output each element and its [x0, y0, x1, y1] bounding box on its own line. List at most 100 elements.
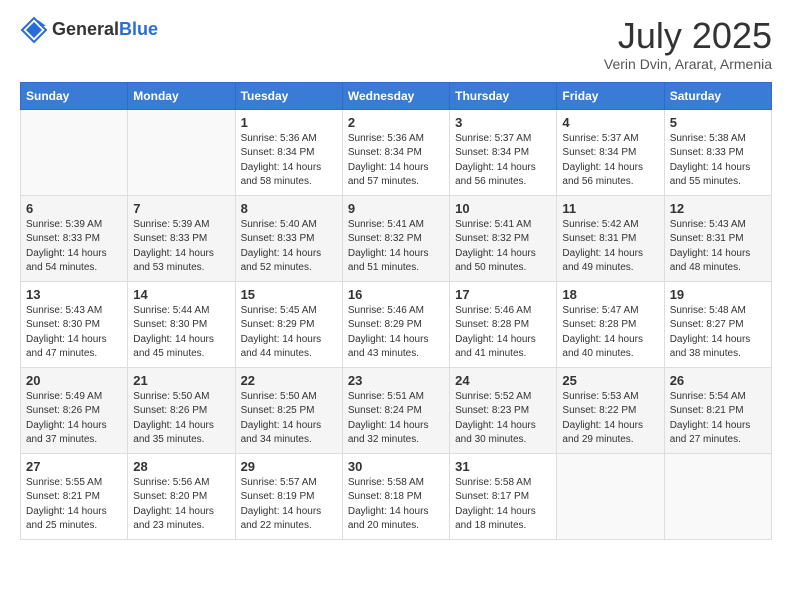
page-header: GeneralBlue July 2025 Verin Dvin, Ararat… [20, 16, 772, 72]
day-number: 17 [455, 287, 551, 302]
day-number: 20 [26, 373, 122, 388]
day-info: Sunrise: 5:52 AM Sunset: 8:23 PM Dayligh… [455, 390, 551, 448]
day-number: 3 [455, 115, 551, 130]
day-info: Sunrise: 5:48 AM Sunset: 8:27 PM Dayligh… [670, 304, 766, 362]
day-number: 25 [562, 373, 658, 388]
calendar-cell: 5 Sunrise: 5:38 AM Sunset: 8:33 PM Daylig… [664, 109, 771, 195]
calendar-cell: 10 Sunrise: 5:41 AM Sunset: 8:32 PM Dayli… [450, 195, 557, 281]
calendar-cell: 26Sunrise: 5:54 AM Sunset: 8:21 PM Dayli… [664, 367, 771, 453]
calendar-cell: 23 Sunrise: 5:51 AM Sunset: 8:24 PM Dayli… [342, 367, 449, 453]
day-number: 28 [133, 459, 229, 474]
calendar-cell: 24 Sunrise: 5:52 AM Sunset: 8:23 PM Dayli… [450, 367, 557, 453]
day-info: Sunrise: 5:40 AM Sunset: 8:33 PM Dayligh… [241, 218, 337, 276]
day-info: Sunrise: 5:42 AM Sunset: 8:31 PM Dayligh… [562, 218, 658, 276]
day-info: Sunrise: 5:36 AM Sunset: 8:34 PM Dayligh… [241, 132, 337, 190]
day-number: 31 [455, 459, 551, 474]
day-info: Sunrise: 5:44 AM Sunset: 8:30 PM Dayligh… [133, 304, 229, 362]
day-number: 18 [562, 287, 658, 302]
day-headers-row: SundayMondayTuesdayWednesdayThursdayFrid… [21, 82, 772, 109]
calendar-cell: 16 Sunrise: 5:46 AM Sunset: 8:29 PM Dayli… [342, 281, 449, 367]
day-number: 12 [670, 201, 766, 216]
column-header-wednesday: Wednesday [342, 82, 449, 109]
day-info: Sunrise: 5:43 AM Sunset: 8:31 PM Dayligh… [670, 218, 766, 276]
day-number: 6 [26, 201, 122, 216]
day-number: 27 [26, 459, 122, 474]
day-number: 1 [241, 115, 337, 130]
day-info: Sunrise: 5:58 AM Sunset: 8:17 PM Dayligh… [455, 476, 551, 534]
calendar-cell: 18 Sunrise: 5:47 AM Sunset: 8:28 PM Dayli… [557, 281, 664, 367]
calendar-cell: 15 Sunrise: 5:45 AM Sunset: 8:29 PM Dayli… [235, 281, 342, 367]
day-number: 29 [241, 459, 337, 474]
calendar-cell: 13 Sunrise: 5:43 AM Sunset: 8:30 PM Dayli… [21, 281, 128, 367]
logo-icon [20, 16, 48, 44]
calendar-cell: 17Sunrise: 5:46 AM Sunset: 8:28 PM Dayli… [450, 281, 557, 367]
day-number: 14 [133, 287, 229, 302]
logo-general-text: GeneralBlue [52, 20, 158, 40]
day-number: 15 [241, 287, 337, 302]
calendar-week-3: 13 Sunrise: 5:43 AM Sunset: 8:30 PM Dayli… [21, 281, 772, 367]
calendar-cell: 8Sunrise: 5:40 AM Sunset: 8:33 PM Daylig… [235, 195, 342, 281]
day-info: Sunrise: 5:50 AM Sunset: 8:25 PM Dayligh… [241, 390, 337, 448]
calendar-body: 1 Sunrise: 5:36 AM Sunset: 8:34 PM Daylig… [21, 109, 772, 539]
calendar-cell: 7 Sunrise: 5:39 AM Sunset: 8:33 PM Daylig… [128, 195, 235, 281]
calendar-header: SundayMondayTuesdayWednesdayThursdayFrid… [21, 82, 772, 109]
day-number: 23 [348, 373, 444, 388]
calendar-week-5: 27 Sunrise: 5:55 AM Sunset: 8:21 PM Dayli… [21, 453, 772, 539]
calendar-week-2: 6 Sunrise: 5:39 AM Sunset: 8:33 PM Daylig… [21, 195, 772, 281]
day-number: 21 [133, 373, 229, 388]
day-info: Sunrise: 5:49 AM Sunset: 8:26 PM Dayligh… [26, 390, 122, 448]
day-info: Sunrise: 5:41 AM Sunset: 8:32 PM Dayligh… [455, 218, 551, 276]
day-number: 2 [348, 115, 444, 130]
calendar-cell: 12 Sunrise: 5:43 AM Sunset: 8:31 PM Dayli… [664, 195, 771, 281]
calendar-cell: 3 Sunrise: 5:37 AM Sunset: 8:34 PM Daylig… [450, 109, 557, 195]
calendar-cell: 6 Sunrise: 5:39 AM Sunset: 8:33 PM Daylig… [21, 195, 128, 281]
day-number: 4 [562, 115, 658, 130]
day-info: Sunrise: 5:37 AM Sunset: 8:34 PM Dayligh… [455, 132, 551, 190]
day-info: Sunrise: 5:47 AM Sunset: 8:28 PM Dayligh… [562, 304, 658, 362]
calendar-cell: 21 Sunrise: 5:50 AM Sunset: 8:26 PM Dayli… [128, 367, 235, 453]
day-number: 16 [348, 287, 444, 302]
day-info: Sunrise: 5:45 AM Sunset: 8:29 PM Dayligh… [241, 304, 337, 362]
day-number: 5 [670, 115, 766, 130]
day-info: Sunrise: 5:36 AM Sunset: 8:34 PM Dayligh… [348, 132, 444, 190]
logo: GeneralBlue [20, 16, 158, 44]
column-header-tuesday: Tuesday [235, 82, 342, 109]
calendar-cell: 22 Sunrise: 5:50 AM Sunset: 8:25 PM Dayli… [235, 367, 342, 453]
day-number: 7 [133, 201, 229, 216]
day-info: Sunrise: 5:50 AM Sunset: 8:26 PM Dayligh… [133, 390, 229, 448]
calendar-cell [664, 453, 771, 539]
page-title: July 2025 [604, 16, 772, 56]
calendar-cell: 11 Sunrise: 5:42 AM Sunset: 8:31 PM Dayli… [557, 195, 664, 281]
day-info: Sunrise: 5:46 AM Sunset: 8:29 PM Dayligh… [348, 304, 444, 362]
column-header-thursday: Thursday [450, 82, 557, 109]
day-info: Sunrise: 5:43 AM Sunset: 8:30 PM Dayligh… [26, 304, 122, 362]
page-subtitle: Verin Dvin, Ararat, Armenia [604, 56, 772, 72]
calendar-cell [557, 453, 664, 539]
day-info: Sunrise: 5:39 AM Sunset: 8:33 PM Dayligh… [26, 218, 122, 276]
column-header-monday: Monday [128, 82, 235, 109]
calendar-cell: 4Sunrise: 5:37 AM Sunset: 8:34 PM Daylig… [557, 109, 664, 195]
calendar-cell [21, 109, 128, 195]
day-number: 10 [455, 201, 551, 216]
day-number: 11 [562, 201, 658, 216]
day-number: 30 [348, 459, 444, 474]
day-info: Sunrise: 5:39 AM Sunset: 8:33 PM Dayligh… [133, 218, 229, 276]
day-number: 13 [26, 287, 122, 302]
calendar-cell [128, 109, 235, 195]
calendar-cell: 20 Sunrise: 5:49 AM Sunset: 8:26 PM Dayli… [21, 367, 128, 453]
calendar-table: SundayMondayTuesdayWednesdayThursdayFrid… [20, 82, 772, 540]
day-number: 9 [348, 201, 444, 216]
day-info: Sunrise: 5:51 AM Sunset: 8:24 PM Dayligh… [348, 390, 444, 448]
day-number: 19 [670, 287, 766, 302]
day-info: Sunrise: 5:41 AM Sunset: 8:32 PM Dayligh… [348, 218, 444, 276]
day-info: Sunrise: 5:55 AM Sunset: 8:21 PM Dayligh… [26, 476, 122, 534]
calendar-cell: 29Sunrise: 5:57 AM Sunset: 8:19 PM Dayli… [235, 453, 342, 539]
day-number: 24 [455, 373, 551, 388]
day-info: Sunrise: 5:38 AM Sunset: 8:33 PM Dayligh… [670, 132, 766, 190]
calendar-cell: 1 Sunrise: 5:36 AM Sunset: 8:34 PM Daylig… [235, 109, 342, 195]
calendar-cell: 14 Sunrise: 5:44 AM Sunset: 8:30 PM Dayli… [128, 281, 235, 367]
day-number: 22 [241, 373, 337, 388]
calendar-cell: 27 Sunrise: 5:55 AM Sunset: 8:21 PM Dayli… [21, 453, 128, 539]
day-number: 26 [670, 373, 766, 388]
column-header-saturday: Saturday [664, 82, 771, 109]
